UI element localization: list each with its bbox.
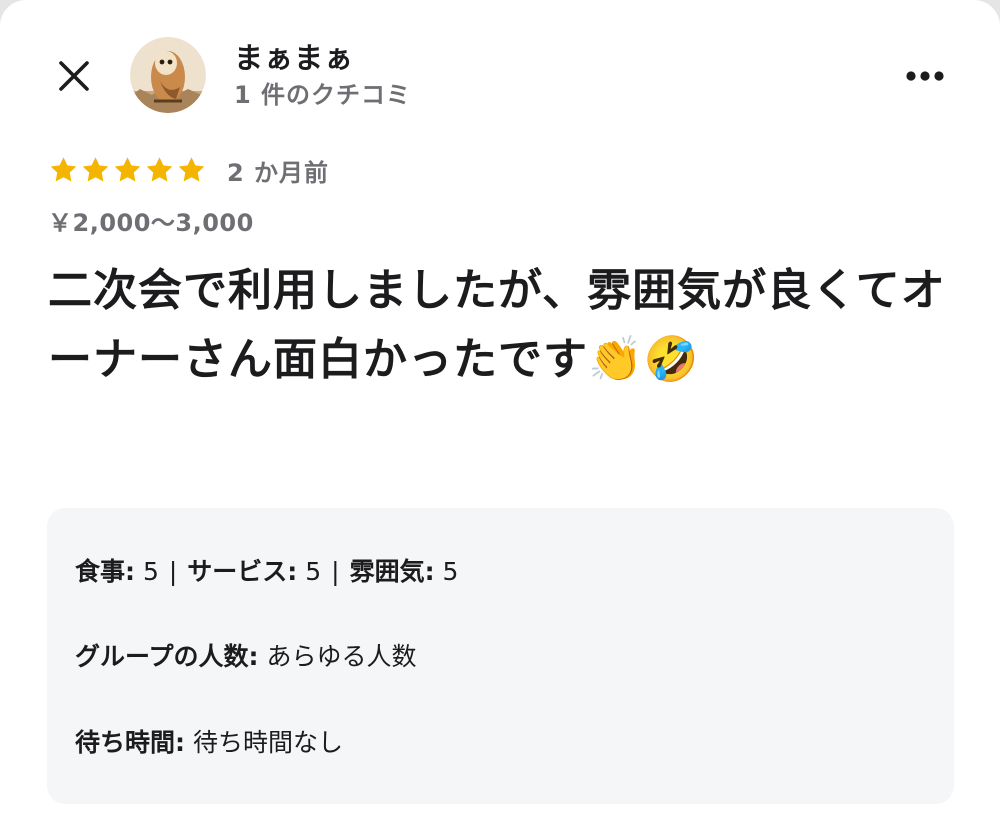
star-rating: [48, 155, 208, 185]
close-button[interactable]: [50, 52, 98, 100]
review-date: 2 か月前: [227, 158, 330, 187]
ratings-breakdown: 食事: 5 | サービス: 5 | 雰囲気: 5: [75, 555, 458, 589]
group-size-row: グループの人数: あらゆる人数: [75, 640, 416, 674]
owl-avatar-image: [130, 37, 206, 113]
reviewer-name[interactable]: まぁまぁ: [234, 40, 354, 76]
avatar[interactable]: [130, 37, 206, 113]
wait-time-value: 待ち時間なし: [192, 728, 343, 757]
service-value: 5: [305, 557, 322, 586]
review-details-card: 食事: 5 | サービス: 5 | 雰囲気: 5 グループの人数: あらゆる人数 待ち時…: [47, 508, 954, 804]
star-icon: [146, 157, 173, 182]
atmosphere-label: 雰囲気:: [349, 557, 435, 586]
more-horizontal-icon: [906, 71, 944, 81]
more-options-button[interactable]: [900, 56, 950, 96]
star-icon: [114, 157, 141, 182]
atmosphere-value: 5: [442, 557, 459, 586]
group-size-value: あらゆる人数: [266, 642, 417, 671]
price-range: ￥2,000～3,000: [48, 209, 254, 237]
close-icon: [59, 61, 89, 91]
star-icon: [178, 157, 205, 182]
star-icon: [82, 157, 109, 182]
separator: |: [168, 557, 178, 586]
star-icon: [50, 157, 77, 182]
wait-time-label: 待ち時間:: [75, 728, 185, 757]
food-value: 5: [142, 557, 159, 586]
separator: |: [331, 557, 340, 586]
review-count: 1 件のクチコミ: [234, 81, 412, 109]
food-label: 食事:: [75, 557, 135, 586]
wait-time-row: 待ち時間: 待ち時間なし: [75, 726, 343, 760]
review-text: 二次会で利用しましたが、雰囲気が良くてオーナーさん面白かったです👏🤣: [48, 265, 946, 385]
service-label: サービス:: [187, 557, 298, 586]
rating-row: 2 か月前: [48, 152, 329, 188]
group-size-label: グループの人数:: [75, 642, 259, 671]
review-sheet: まぁまぁ 1 件のクチコミ 2 か月前 ￥2,000～3,000 二次会で利用し…: [0, 0, 1000, 840]
